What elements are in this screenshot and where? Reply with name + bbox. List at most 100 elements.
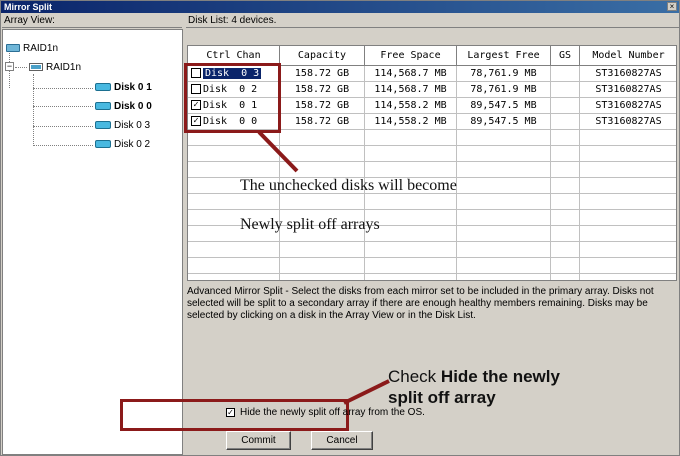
array-view-header: Array View: xyxy=(2,14,182,28)
tree-node-disk-02[interactable]: Disk 0 2 xyxy=(95,138,150,152)
empty-cell xyxy=(457,258,551,274)
column-header[interactable]: Free Space xyxy=(365,46,457,66)
empty-cell xyxy=(188,258,280,274)
column-header[interactable]: Capacity xyxy=(280,46,365,66)
empty-cell xyxy=(457,274,551,280)
disk-row-largest[interactable]: 89,547.5 MB xyxy=(457,114,551,130)
window-title: Mirror Split xyxy=(4,2,53,12)
empty-cell xyxy=(280,162,365,178)
empty-cell xyxy=(365,130,457,146)
disk-row-gs[interactable] xyxy=(551,82,580,98)
disk-row-model[interactable]: ST3160827AS xyxy=(580,98,676,114)
empty-cell xyxy=(551,274,580,280)
annotation-line-1: The unchecked disks will become xyxy=(240,177,457,194)
empty-cell xyxy=(580,210,676,226)
empty-cell xyxy=(280,194,365,210)
disk-row-free[interactable]: 114,558.2 MB xyxy=(365,114,457,130)
empty-cell xyxy=(551,226,580,242)
tree-node-label: Disk 0 0 xyxy=(114,101,152,112)
empty-cell xyxy=(188,162,280,178)
empty-cell xyxy=(580,178,676,194)
empty-cell xyxy=(457,146,551,162)
empty-cell xyxy=(365,274,457,280)
empty-cell xyxy=(457,178,551,194)
annotation-line-2: Newly split off arrays xyxy=(240,216,380,233)
empty-cell xyxy=(365,258,457,274)
check-bold-1: Hide the newly xyxy=(440,367,560,386)
tree-connector xyxy=(33,106,93,107)
disk-row-free[interactable]: 114,558.2 MB xyxy=(365,98,457,114)
hide-split-array-option[interactable]: ✓ Hide the newly split off array from the… xyxy=(226,407,425,419)
empty-cell xyxy=(580,242,676,258)
empty-cell xyxy=(580,162,676,178)
empty-cell xyxy=(188,146,280,162)
empty-cell xyxy=(580,130,676,146)
disk-row-gs[interactable] xyxy=(551,66,580,82)
highlight-box xyxy=(184,63,281,133)
disk-row-largest[interactable]: 78,761.9 MB xyxy=(457,66,551,82)
empty-cell xyxy=(551,242,580,258)
empty-cell xyxy=(551,178,580,194)
arrow-line xyxy=(343,379,390,405)
expander-icon[interactable]: − xyxy=(5,62,14,71)
empty-cell xyxy=(580,146,676,162)
disk-row-capacity[interactable]: 158.72 GB xyxy=(280,114,365,130)
tree-node-root[interactable]: RAID1n xyxy=(6,42,58,56)
tree-node-label: RAID1n xyxy=(46,62,82,73)
empty-cell xyxy=(280,258,365,274)
disk-row-largest[interactable]: 78,761.9 MB xyxy=(457,82,551,98)
tree-node-disk-00[interactable]: Disk 0 0 xyxy=(95,100,152,114)
disk-row-free[interactable]: 114,568.7 MB xyxy=(365,82,457,98)
empty-cell xyxy=(551,194,580,210)
hide-checkbox[interactable]: ✓ xyxy=(226,407,235,417)
disk-row-model[interactable]: ST3160827AS xyxy=(580,82,676,98)
empty-cell xyxy=(457,242,551,258)
empty-cell xyxy=(457,194,551,210)
empty-cell xyxy=(551,146,580,162)
tree-node-array[interactable]: RAID1n xyxy=(29,61,81,75)
disk-row-gs[interactable] xyxy=(551,114,580,130)
tree-node-disk-03[interactable]: Disk 0 3 xyxy=(95,119,150,133)
disk-row-model[interactable]: ST3160827AS xyxy=(580,114,676,130)
disk-row-gs[interactable] xyxy=(551,98,580,114)
commit-button[interactable]: Commit xyxy=(226,431,291,450)
disk-row-free[interactable]: 114,568.7 MB xyxy=(365,66,457,82)
disk-row-capacity[interactable]: 158.72 GB xyxy=(280,66,365,82)
tree-connector xyxy=(33,88,93,89)
column-header[interactable]: Model Number xyxy=(580,46,676,66)
disk-row-largest[interactable]: 89,547.5 MB xyxy=(457,98,551,114)
close-icon[interactable]: × xyxy=(667,2,677,11)
disk-icon xyxy=(95,121,111,130)
column-header[interactable]: GS xyxy=(551,46,580,66)
disk-icon xyxy=(95,140,111,149)
check-annotation: Check Hide the newly split off array xyxy=(388,366,560,408)
drive-icon xyxy=(6,44,20,53)
empty-cell xyxy=(551,258,580,274)
tree-node-label: Disk 0 3 xyxy=(114,120,151,131)
disk-row-capacity[interactable]: 158.72 GB xyxy=(280,98,365,114)
array-tree[interactable]: − RAID1n RAID1n Disk 0 1 Disk 0 0 Disk 0… xyxy=(2,29,183,455)
empty-cell xyxy=(365,242,457,258)
tree-connector xyxy=(33,145,93,146)
cancel-button[interactable]: Cancel xyxy=(311,431,373,450)
hide-label: Hide the newly split off array from the … xyxy=(240,407,425,418)
empty-cell xyxy=(580,194,676,210)
column-header[interactable]: Largest Free xyxy=(457,46,551,66)
empty-cell xyxy=(188,274,280,280)
disk-row-model[interactable]: ST3160827AS xyxy=(580,66,676,82)
mirror-split-window: Mirror Split × Array View: − RAID1n RAID… xyxy=(0,0,680,456)
empty-cell xyxy=(457,130,551,146)
empty-cell xyxy=(280,130,365,146)
empty-cell xyxy=(551,130,580,146)
empty-cell xyxy=(551,162,580,178)
disk-list-title: Disk List: 4 devices. xyxy=(186,14,679,28)
empty-cell xyxy=(188,242,280,258)
tree-node-disk-01[interactable]: Disk 0 1 xyxy=(95,81,152,95)
check-bold-2: split off array xyxy=(388,388,496,407)
empty-cell xyxy=(365,162,457,178)
tree-node-label: RAID1n xyxy=(23,43,59,54)
empty-cell xyxy=(457,210,551,226)
check-prefix: Check xyxy=(388,367,441,386)
empty-cell xyxy=(188,194,280,210)
disk-row-capacity[interactable]: 158.72 GB xyxy=(280,82,365,98)
